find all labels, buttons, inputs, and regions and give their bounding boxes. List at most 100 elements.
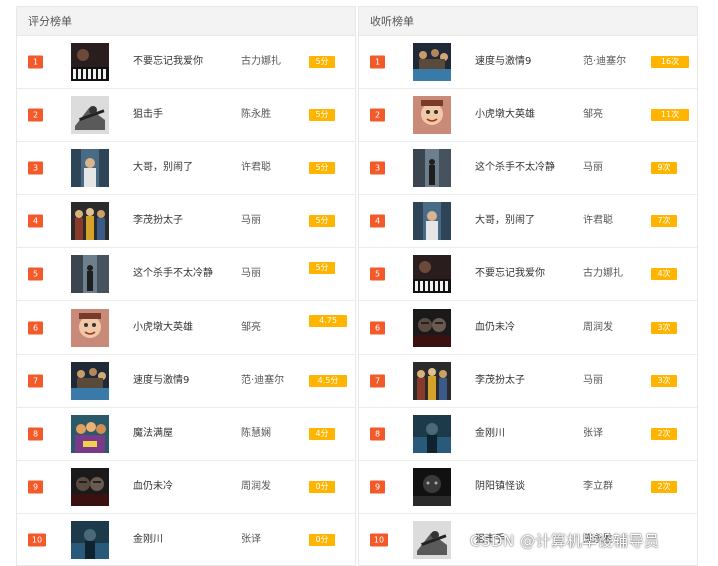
movie-cover[interactable] [413,202,451,241]
movie-cover[interactable] [413,520,451,559]
table-row[interactable]: 9 阴阳镇怪谈 李立群 2次 [359,461,697,514]
movie-title[interactable]: 血仍未冷 [475,321,559,335]
movie-cover[interactable] [71,202,109,241]
rank-badge: 8 [28,427,43,441]
movie-title[interactable]: 血仍未冷 [133,480,217,494]
table-row[interactable]: 8 金刚川 张译 2次 [359,408,697,461]
movie-cover[interactable] [413,414,451,453]
rank-badge: 8 [370,427,385,441]
table-row[interactable]: 5 这个杀手不太冷静 马丽 5分 [17,248,355,302]
table-row[interactable]: 2 小虎墩大英雄 邹亮 11次 [359,89,697,143]
movie-artist: 范·迪塞尔 [583,56,627,68]
table-row[interactable]: 1 速度与激情9 范·迪塞尔 16次 [359,36,697,90]
listen-count-badge: 7次 [651,215,677,228]
movie-cover[interactable] [71,361,109,400]
movie-artist: 陈慧娴 [241,427,271,439]
rank-badge: 1 [370,55,385,69]
movie-title[interactable]: 金刚川 [475,427,559,441]
movie-cover[interactable] [413,255,451,294]
movie-cover[interactable] [71,467,109,506]
movie-cover[interactable] [413,467,451,506]
movie-title[interactable]: 不要忘记我爱你 [133,55,217,69]
listening-ranking-title: 收听榜单 [359,7,697,36]
movie-title[interactable]: 金刚川 [133,533,217,547]
score-badge: 0分 [309,480,335,493]
csdn-watermark: CSDN @计算机毕设辅导员 [470,532,660,550]
movie-cover[interactable] [71,255,109,294]
score-badge: 5分 [309,215,335,228]
rank-badge: 2 [370,108,385,122]
movie-cover[interactable] [71,149,109,188]
movie-cover[interactable] [413,96,451,135]
movie-cover[interactable] [71,414,109,453]
movie-artist: 范·迪塞尔 [241,374,285,386]
movie-title[interactable]: 魔法满屋 [133,427,217,441]
movie-artist: 马丽 [583,162,603,174]
rating-ranking-title: 评分榜单 [17,7,355,36]
rank-badge: 2 [28,108,43,122]
movie-title[interactable]: 大哥，别闹了 [133,161,217,175]
movie-artist: 古力娜扎 [583,268,623,280]
table-row[interactable]: 6 血仍未冷 周润发 3次 [359,301,697,355]
movie-artist: 张译 [241,533,261,545]
table-row[interactable]: 9 血仍未冷 周润发 0分 [17,461,355,514]
movie-title[interactable]: 李茂扮太子 [475,374,559,388]
rank-badge: 5 [28,267,43,281]
movie-artist: 马丽 [241,268,261,280]
movie-artist: 邹亮 [583,109,603,121]
score-badge: 4.5分 [309,374,347,387]
listen-count-badge: 4次 [651,268,677,281]
movie-title[interactable]: 阴阳镇怪谈 [475,480,559,494]
rating-ranking-panel: 评分榜单 1 不要忘记我爱你 古力娜扎 5分 2 狙击手 陈永胜 5分 3 大哥… [16,6,356,566]
listen-count-badge: 2次 [651,480,677,493]
movie-artist: 马丽 [583,374,603,386]
movie-cover[interactable] [71,96,109,135]
table-row[interactable]: 2 狙击手 陈永胜 5分 [17,89,355,143]
listen-count-badge: 11次 [651,109,689,122]
score-badge: 4.75 [309,315,347,328]
score-badge: 5分 [309,262,335,275]
movie-cover[interactable] [413,361,451,400]
movie-title[interactable]: 小虎墩大英雄 [133,321,217,335]
movie-artist: 许君聪 [583,215,613,227]
movie-cover[interactable] [71,43,109,82]
movie-cover[interactable] [413,43,451,82]
movie-title[interactable]: 这个杀手不太冷静 [475,161,559,175]
rank-badge: 6 [370,321,385,335]
rank-badge: 6 [28,321,43,335]
table-row[interactable]: 5 不要忘记我爱你 古力娜扎 4次 [359,248,697,302]
table-row[interactable]: 6 小虎墩大英雄 邹亮 4.75 [17,301,355,355]
rank-badge: 7 [28,374,43,388]
movie-cover[interactable] [413,149,451,188]
movie-title[interactable]: 大哥，别闹了 [475,214,559,228]
listen-count-badge: 3次 [651,321,677,334]
movie-artist: 周润发 [241,480,271,492]
movie-cover[interactable] [71,308,109,347]
movie-title[interactable]: 小虎墩大英雄 [475,108,559,122]
table-row[interactable]: 7 李茂扮太子 马丽 3次 [359,355,697,408]
rank-badge: 1 [28,55,43,69]
movie-title[interactable]: 狙击手 [133,108,217,122]
movie-cover[interactable] [71,520,109,559]
table-row[interactable]: 4 大哥，别闹了 许君聪 7次 [359,195,697,249]
listen-count-badge: 16次 [651,56,689,69]
table-row[interactable]: 10 金刚川 张译 0分 [17,514,355,565]
table-row[interactable]: 7 速度与激情9 范·迪塞尔 4.5分 [17,355,355,408]
table-row[interactable]: 3 这个杀手不太冷静 马丽 9次 [359,142,697,196]
movie-title[interactable]: 速度与激情9 [133,374,217,388]
movie-artist: 李立群 [583,480,613,492]
movie-title[interactable]: 李茂扮太子 [133,214,217,228]
movie-cover[interactable] [413,308,451,347]
table-row[interactable]: 4 李茂扮太子 马丽 5分 [17,195,355,249]
table-row[interactable]: 3 大哥，别闹了 许君聪 5分 [17,142,355,196]
movie-title[interactable]: 速度与激情9 [475,55,559,69]
table-row[interactable]: 8 魔法满屋 陈慧娴 4分 [17,408,355,461]
movie-title[interactable]: 这个杀手不太冷静 [133,267,217,281]
movie-title[interactable]: 不要忘记我爱你 [475,267,559,281]
score-badge: 5分 [309,109,335,122]
listen-count-badge: 2次 [651,427,677,440]
movie-artist: 邹亮 [241,321,261,333]
table-row[interactable]: 1 不要忘记我爱你 古力娜扎 5分 [17,36,355,90]
score-badge: 0分 [309,533,335,546]
movie-artist: 马丽 [241,215,261,227]
